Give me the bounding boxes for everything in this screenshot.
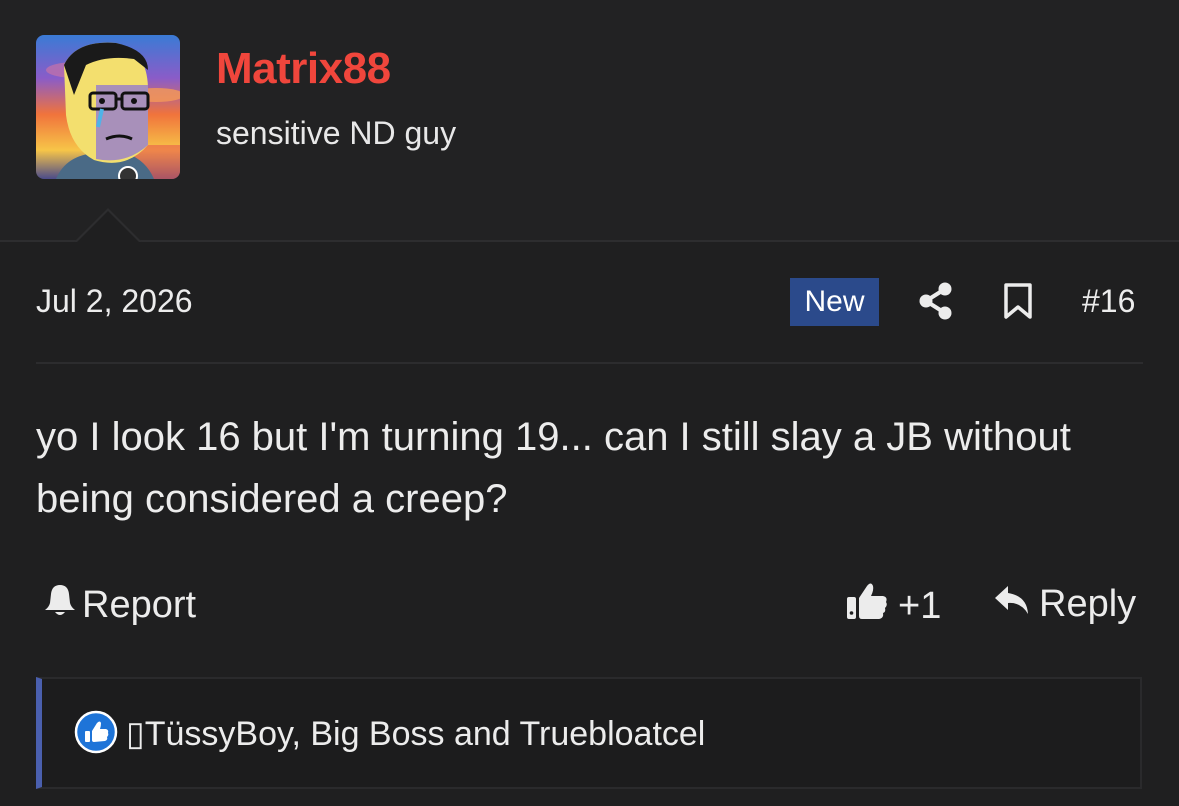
reaction-users[interactable]: ▯TüssyBoy, Big Boss and Truebloatcel [126,714,705,754]
meta-divider [36,362,1143,364]
like-count: +1 [898,584,942,627]
reply-button[interactable]: Reply [993,583,1136,626]
post-date[interactable]: Jul 2, 2026 [36,283,193,320]
user-arrow [74,208,142,243]
avatar[interactable] [36,35,180,179]
thumbs-up-reaction-icon [74,710,118,759]
like-button[interactable]: +1 [846,581,941,631]
report-button[interactable]: Report [44,583,196,627]
reply-label: Reply [1039,583,1137,625]
user-title: sensitive ND guy [216,115,457,151]
bell-icon [44,583,76,627]
thumbs-up-icon [846,581,888,631]
reply-icon [993,583,1031,626]
post-message: yo I look 16 but I'm turning 19... can I… [36,415,1071,521]
username[interactable]: Matrix88 [216,44,391,94]
share-icon[interactable] [918,282,954,325]
bookmark-icon[interactable] [1003,282,1033,325]
report-label: Report [82,583,197,626]
post-number[interactable]: #16 [1082,283,1135,320]
new-badge: New [790,278,879,326]
wojak-avatar-image [36,35,180,179]
